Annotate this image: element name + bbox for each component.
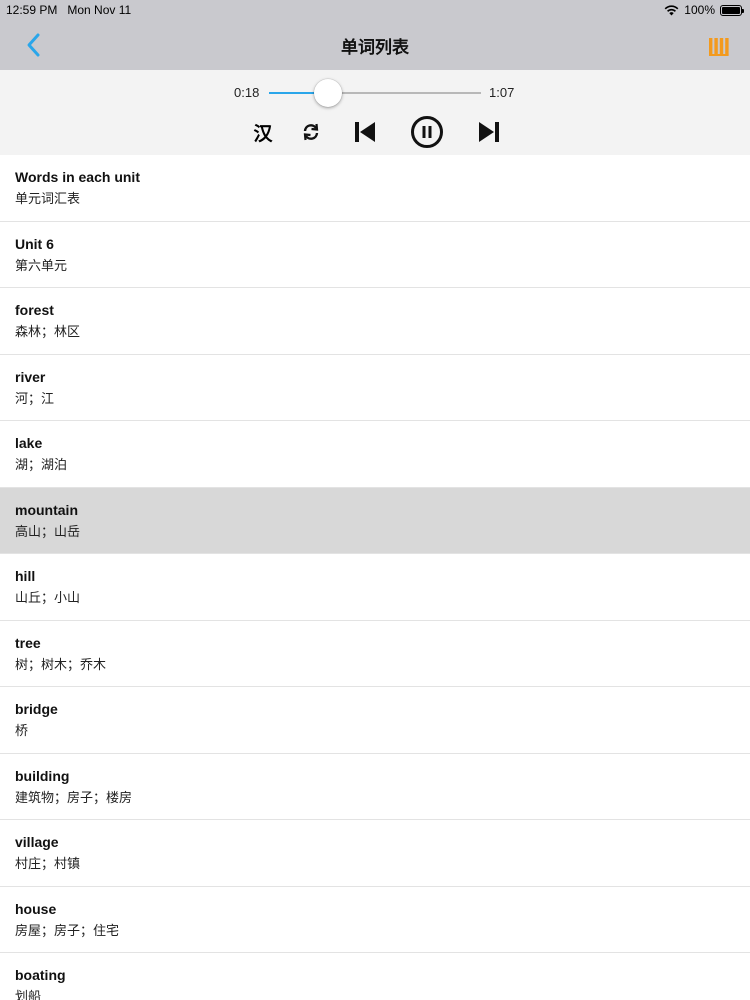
chinese-toggle-button[interactable]: 汉 [251,118,275,146]
word-chinese: 树；树木；乔木 [15,657,107,673]
pause-button[interactable] [410,115,444,149]
word-row[interactable]: Unit 6 第六单元 [0,221,750,288]
word-english: boating [15,967,66,983]
word-row[interactable]: tree 树；树木；乔木 [0,620,750,687]
word-chinese: 河；江 [15,391,55,407]
previous-track-icon [355,122,375,142]
word-row[interactable]: river 河；江 [0,354,750,421]
wifi-icon [664,4,679,15]
word-row[interactable]: Words in each unit 单元词汇表 [0,155,750,222]
nav-bar: 单词列表 [0,20,750,70]
library-bars-icon [709,38,729,56]
word-chinese: 单元词汇表 [15,192,81,207]
loop-icon [303,123,319,141]
word-chinese: 森林；林区 [15,325,81,340]
word-english: bridge [15,701,58,717]
word-chinese: 划船 [15,990,42,1000]
pause-icon [411,116,443,148]
word-english: hill [15,568,36,584]
current-time: 0:18 [234,85,260,100]
word-english: river [15,368,46,385]
word-english: mountain [15,501,78,518]
word-row[interactable]: boating 划船 [0,953,750,1000]
word-chinese: 建筑物；房子；楼房 [15,790,133,806]
loop-button[interactable] [299,118,323,146]
slider-thumb[interactable] [314,79,343,107]
battery-icon [720,4,744,16]
word-english: lake [15,435,43,451]
status-left: 12:59 PM Mon Nov 11 [6,3,131,17]
word-chinese: 房屋；房子；住宅 [15,923,120,939]
word-row[interactable]: house 房屋；房子；住宅 [0,886,750,953]
audio-player: 0:18 1:07 汉 [0,70,750,155]
word-chinese: 第六单元 [15,258,68,274]
word-english: tree [15,634,41,651]
word-english: village [15,834,59,850]
word-row[interactable]: village 村庄；村镇 [0,820,750,887]
word-list: Words in each unit 单元词汇表 Unit 6 第六单元 forest 森… [0,155,750,1000]
status-date: Mon Nov 11 [67,3,132,17]
page-title: 单词列表 [341,38,409,57]
word-english: Unit 6 [15,235,54,252]
word-chinese: 山丘；小山 [15,591,81,606]
word-chinese: 村庄；村镇 [15,857,81,872]
word-chinese: 高山；山岳 [15,524,81,540]
progress-slider[interactable] [269,79,481,107]
word-row[interactable]: mountain 高山；山岳 [0,487,750,554]
library-button[interactable] [708,35,732,57]
word-row[interactable]: bridge 桥 [0,687,750,754]
word-english: forest [15,302,54,318]
previous-button[interactable] [352,118,378,146]
word-english: building [15,767,70,784]
word-english: Words in each unit [15,169,140,185]
word-row[interactable]: lake 湖；湖泊 [0,421,750,488]
status-time: 12:59 PM [6,3,58,17]
word-row[interactable]: hill 山丘；小山 [0,554,750,621]
word-chinese: 湖；湖泊 [15,458,68,473]
next-track-icon [479,122,499,142]
battery-percent: 100% [684,3,715,17]
word-row[interactable]: building 建筑物；房子；楼房 [0,753,750,820]
next-button[interactable] [476,118,502,146]
word-english: house [15,900,57,917]
word-row[interactable]: forest 森林；林区 [0,288,750,355]
word-chinese: 桥 [15,724,29,739]
status-bar: 12:59 PM Mon Nov 11 100% [0,0,750,20]
status-right: 100% [664,3,744,17]
total-time: 1:07 [489,85,515,100]
